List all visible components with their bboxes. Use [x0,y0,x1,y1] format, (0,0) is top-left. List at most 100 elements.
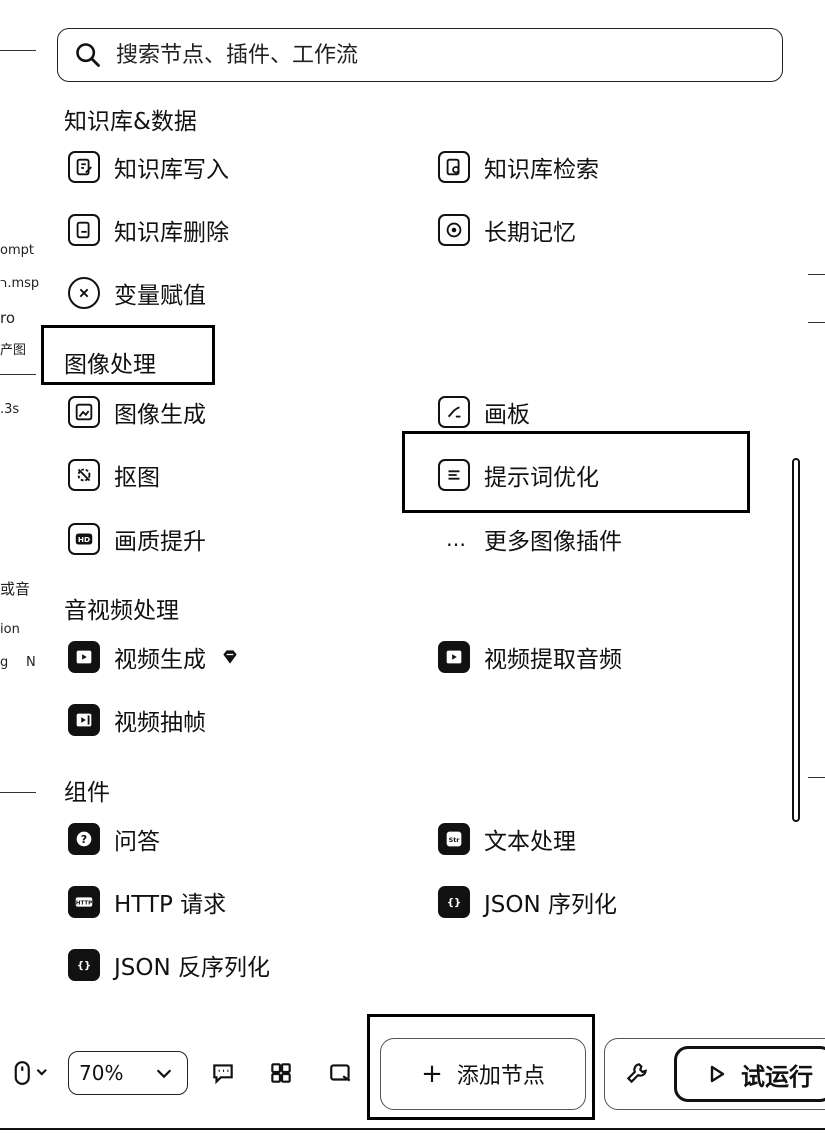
minimap-icon [330,1064,351,1082]
node-more-image-plugins[interactable]: … 更多图像插件 [442,519,622,559]
minimap-button[interactable] [324,1056,358,1090]
http-icon: HTTP [68,886,100,918]
node-label: 文本处理 [484,829,576,855]
svg-text:Str: Str [449,836,461,844]
node-long-term-memory[interactable]: 长期记忆 [438,210,576,250]
chevron-down-icon [157,1069,172,1079]
knowledge-delete-icon [68,214,100,246]
canvas-edge-line [0,792,36,793]
video-generate-icon [68,641,100,673]
node-canvas-board[interactable]: 画板 [438,392,530,432]
comment-button[interactable] [206,1056,240,1090]
node-search-box[interactable] [57,28,783,82]
canvas-fragment-text: ompt [0,243,34,258]
section-title-knowledge: 知识库&数据 [64,109,197,135]
node-label: 知识库检索 [484,157,599,183]
canvas-edge-line [808,777,825,778]
variable-icon [68,277,100,309]
node-json-serialize[interactable]: {} JSON 序列化 [438,882,617,922]
node-label: 画质提升 [114,529,206,555]
test-run-label: 试运行 [741,1062,813,1091]
node-quality-upscale[interactable]: HD 画质提升 [68,519,206,559]
text-process-icon: Str [438,823,470,855]
node-video-frame-extract[interactable]: 视频抽帧 [68,700,206,740]
node-json-deserialize[interactable]: {} JSON 反序列化 [68,945,270,985]
ellipsis-icon: … [446,527,466,551]
plus-icon: + [421,1059,443,1089]
canvas-fragment-text: g [0,655,9,670]
node-label: 图像生成 [114,402,206,428]
node-label: 问答 [114,829,160,855]
node-image-generate[interactable]: 图像生成 [68,392,206,432]
wrench-icon [626,1063,647,1084]
node-text-process[interactable]: Str 文本处理 [438,819,576,859]
add-node-label: 添加节点 [456,1064,545,1089]
canvas-fragment-text: ion [0,622,20,637]
canvas-edge-line [808,322,825,323]
node-video-extract-audio[interactable]: 视频提取音频 [438,637,622,677]
node-qa[interactable]: ? 问答 [68,819,160,859]
node-label: 抠图 [114,465,160,491]
node-label: JSON 序列化 [484,892,618,918]
node-video-generate[interactable]: 视频生成 [68,637,240,677]
node-cutout[interactable]: 抠图 [68,455,160,495]
node-label: 长期记忆 [484,220,576,246]
node-variable-assign[interactable]: 变量赋值 [68,273,206,313]
node-http-request[interactable]: HTTP HTTP 请求 [68,882,226,922]
panel-scrollbar[interactable] [792,458,800,822]
svg-text:{}: {} [77,961,91,972]
node-knowledge-search[interactable]: 知识库检索 [438,147,599,187]
video-frame-icon [68,704,100,736]
canvas-fragment-text: 产图 [0,343,27,358]
bottom-divider [0,1128,825,1130]
node-label: 更多图像插件 [484,529,622,555]
canvas-fragment-text: ר.msp [0,276,40,291]
canvas-edge-line [0,50,36,51]
canvas-fragment-text: N [26,655,36,670]
node-label: 视频抽帧 [114,710,206,736]
node-prompt-optimize[interactable]: 提示词优化 [438,455,599,495]
grid-icon [271,1063,291,1083]
canvas-icon [438,396,470,428]
search-icon [76,43,100,67]
svg-text:?: ? [81,833,87,846]
mouse-icon [14,1061,47,1085]
node-knowledge-write[interactable]: 知识库写入 [68,147,229,187]
node-knowledge-delete[interactable]: 知识库删除 [68,210,229,250]
svg-text:HD: HD [78,535,90,544]
svg-text:HTTP: HTTP [76,900,92,906]
play-icon [710,1065,725,1083]
search-input[interactable] [114,41,718,69]
svg-text:{}: {} [447,898,461,909]
canvas-edge-line [0,374,36,375]
canvas-edge-line [808,274,825,275]
node-label: 视频生成 [114,647,206,673]
node-label: 知识库删除 [114,220,229,246]
mouse-mode-button[interactable] [4,1056,60,1090]
canvas-fragment-text: .3s [0,402,20,417]
section-title-image: 图像处理 [64,352,156,378]
canvas-fragment-text: ro [0,309,16,327]
video-audio-icon [438,641,470,673]
image-generate-icon [68,396,100,428]
test-run-button[interactable]: 试运行 [674,1046,825,1102]
node-label: JSON 反序列化 [114,955,271,981]
node-label: 画板 [484,402,530,428]
section-title-av: 音视频处理 [64,598,179,624]
knowledge-write-icon [68,151,100,183]
settings-button[interactable] [620,1056,654,1090]
layout-button[interactable] [264,1056,298,1090]
cutout-icon [68,459,100,491]
knowledge-search-icon [438,151,470,183]
node-label: 知识库写入 [114,157,229,183]
zoom-select[interactable]: 70% [68,1051,188,1095]
node-label: HTTP 请求 [114,892,227,918]
question-icon: ? [68,823,100,855]
diamond-icon [223,650,237,664]
section-title-components: 组件 [64,780,110,806]
hd-icon: HD [68,523,100,555]
node-label: 视频提取音频 [484,647,622,673]
zoom-value: 70% [79,1061,124,1085]
json-serialize-icon: {} [438,886,470,918]
add-node-button[interactable]: + 添加节点 [380,1038,586,1110]
